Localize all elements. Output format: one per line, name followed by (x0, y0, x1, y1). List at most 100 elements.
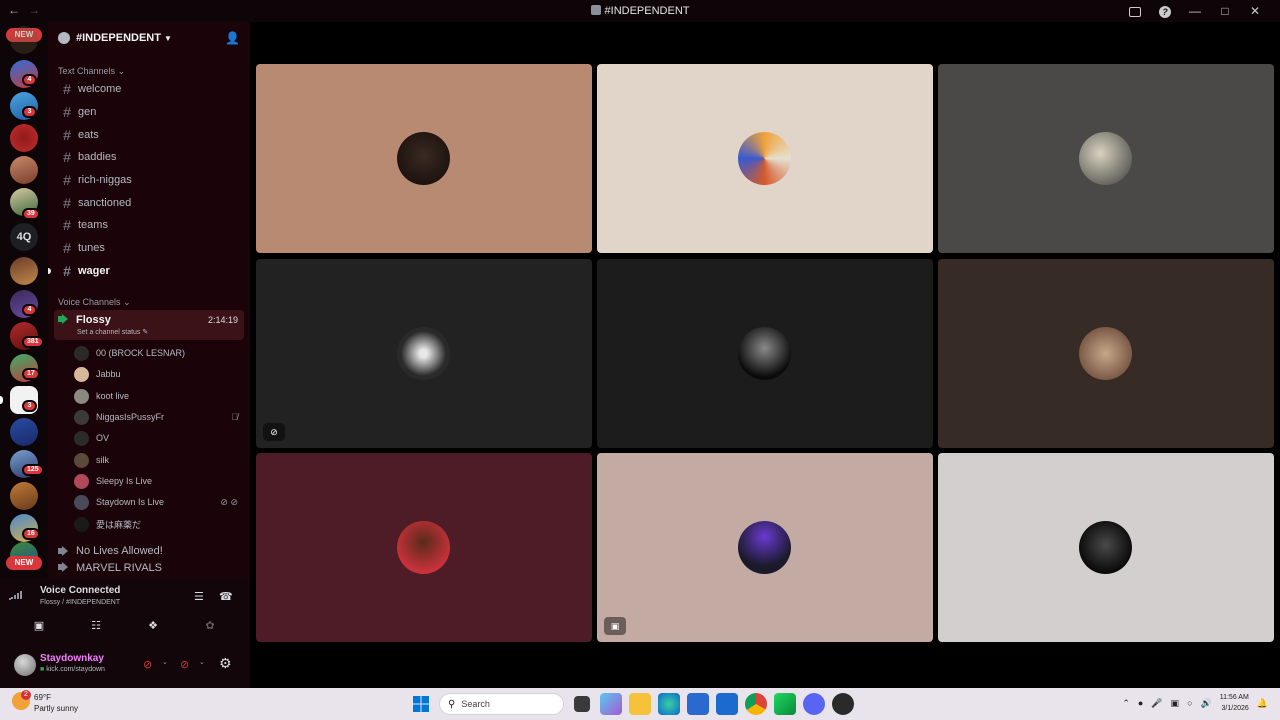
voice-channel-no-lives-allowed[interactable]: No Lives Allowed! (54, 540, 244, 562)
soundboard-button[interactable]: ✿ (198, 616, 222, 634)
avatar (74, 345, 89, 361)
avatar[interactable] (14, 654, 36, 676)
store-icon[interactable] (687, 693, 709, 715)
channel-rich-niggas[interactable]: # rich-niggas (58, 169, 242, 191)
avatar (74, 409, 89, 425)
help-icon[interactable]: ? (1150, 2, 1180, 20)
volume-icon[interactable]: 🔊 (1201, 698, 1212, 709)
chevron-down-icon[interactable]: ⌄ (199, 658, 205, 666)
guild-header[interactable]: #INDEPENDENT ▼ 👤 (48, 22, 250, 54)
noise-suppression-icon[interactable]: ☰ (194, 590, 204, 603)
participant-tile[interactable] (256, 453, 592, 642)
pencil-icon: ✎ (142, 329, 149, 336)
voice-user[interactable]: koot live (74, 386, 242, 406)
outlook-icon[interactable] (716, 693, 738, 715)
server-icon[interactable] (10, 257, 38, 285)
chevron-up-icon[interactable]: ⌃ (1122, 698, 1130, 709)
voice-user[interactable]: NiggasIsPussyFr 🎙̸ (74, 407, 242, 427)
participant-tile[interactable] (256, 64, 592, 253)
window-title: #INDEPENDENT (0, 5, 1280, 17)
obs-icon[interactable] (832, 693, 854, 715)
invite-icon[interactable]: 👤 (225, 31, 240, 45)
participant-tile[interactable]: ⊘ (256, 259, 592, 448)
network-icon[interactable]: ○ (1187, 698, 1192, 708)
participant-tile[interactable] (938, 453, 1274, 642)
discord-icon[interactable] (803, 693, 825, 715)
inbox-icon[interactable] (1120, 2, 1150, 20)
maximize-button[interactable]: □ (1210, 2, 1240, 20)
participant-tile[interactable]: ▣ (597, 453, 933, 642)
screen-share-button[interactable]: ☷ (84, 616, 108, 634)
server-icon[interactable] (10, 418, 38, 446)
server-icon[interactable] (10, 26, 38, 54)
channel-eats[interactable]: # eats (58, 124, 242, 146)
voice-user[interactable]: 愛は麻薬だ (74, 514, 242, 534)
task-view-icon[interactable] (574, 696, 590, 712)
voice-user[interactable]: OV (74, 428, 242, 448)
avatar (738, 327, 791, 380)
windows-start-icon[interactable] (410, 693, 432, 715)
security-icon[interactable]: ● (1138, 698, 1143, 708)
clock[interactable]: 11:56 AM 3/1/2026 (1220, 692, 1249, 714)
activities-button[interactable]: ❖ (141, 616, 165, 634)
chrome-icon[interactable] (745, 693, 767, 715)
voice-user[interactable]: Sleepy Is Live (74, 471, 242, 491)
headphones-muted-icon[interactable]: ⊘ (180, 658, 189, 671)
voice-user[interactable]: silk (74, 450, 242, 470)
server-icon[interactable] (10, 124, 38, 152)
notifications-icon[interactable]: 🔔 (1257, 698, 1268, 709)
participant-tile[interactable] (597, 259, 933, 448)
voice-channel-marvel-rivals[interactable]: MARVEL RIVALS (54, 562, 244, 578)
copilot-icon[interactable] (600, 693, 622, 715)
channel-status[interactable]: Set a channel status ✎ (77, 328, 148, 336)
channel-sanctioned[interactable]: # sanctioned (58, 192, 242, 214)
channel-welcome[interactable]: # welcome (58, 78, 242, 100)
mic-muted-icon: ⊘ (263, 423, 285, 441)
taskbar-search[interactable]: ⚲ Search (439, 693, 564, 715)
display-icon[interactable]: ▣ (1171, 698, 1180, 709)
server-icon (58, 32, 70, 44)
title-bar: ← → #INDEPENDENT ? — □ ✕ (0, 0, 1280, 22)
channel-wager[interactable]: # wager (58, 260, 242, 282)
chevron-down-icon[interactable]: ⌄ (162, 658, 168, 666)
voice-user[interactable]: Jabbu (74, 364, 242, 384)
connection-signal-icon[interactable] (8, 590, 22, 600)
participant-tile[interactable] (597, 64, 933, 253)
channel-tunes[interactable]: # tunes (58, 237, 242, 259)
gear-icon[interactable]: ⚙ (219, 655, 232, 672)
voice-channel-flossy[interactable]: Flossy 2:14:19 Set a channel status ✎ (54, 310, 244, 340)
media-app-icon[interactable] (774, 693, 796, 715)
avatar (397, 132, 450, 185)
mention-badge: 3 (22, 106, 37, 118)
voice-location[interactable]: Flossy / #INDEPENDENT (40, 599, 120, 606)
channel-baddies[interactable]: # baddies (58, 146, 242, 168)
edge-icon[interactable] (658, 693, 680, 715)
server-icon[interactable]: 4Q (10, 223, 38, 251)
voice-connected-label[interactable]: Voice Connected (40, 585, 120, 596)
avatar (738, 521, 791, 574)
chevron-down-icon: ▼ (163, 33, 172, 43)
participant-tile[interactable] (938, 64, 1274, 253)
category-text-channels[interactable]: Text Channels ⌄ (58, 66, 125, 77)
disconnect-icon[interactable]: ☎ (219, 590, 233, 603)
mic-muted-icon[interactable]: ⊘ (143, 658, 152, 671)
voice-panel: Voice Connected Flossy / #INDEPENDENT ☰ … (0, 578, 250, 688)
server-icon[interactable] (10, 156, 38, 184)
username[interactable]: Staydownkay (40, 653, 104, 664)
minimize-button[interactable]: — (1180, 2, 1210, 20)
channel-teams[interactable]: # teams (58, 214, 242, 236)
channel-gen[interactable]: # gen (58, 101, 242, 123)
voice-user[interactable]: Staydown Is Live ⊘ ⊘ (74, 492, 242, 512)
camera-off-button[interactable]: ▣ (27, 616, 51, 634)
selected-server-indicator (0, 396, 3, 404)
server-icon[interactable] (10, 482, 38, 510)
microphone-icon[interactable]: 🎤 (1151, 698, 1162, 709)
file-explorer-icon[interactable] (629, 693, 651, 715)
voice-user[interactable]: 00 (BROCK LESNAR) (74, 343, 242, 363)
mention-badge: 17 (22, 368, 40, 380)
category-voice-channels[interactable]: Voice Channels ⌄ (58, 297, 131, 308)
user-status[interactable]: ■ kick.com/staydown (40, 666, 105, 673)
close-button[interactable]: ✕ (1240, 2, 1270, 20)
weather-widget[interactable]: 2 69°F Partly sunny (12, 690, 78, 714)
participant-tile[interactable] (938, 259, 1274, 448)
